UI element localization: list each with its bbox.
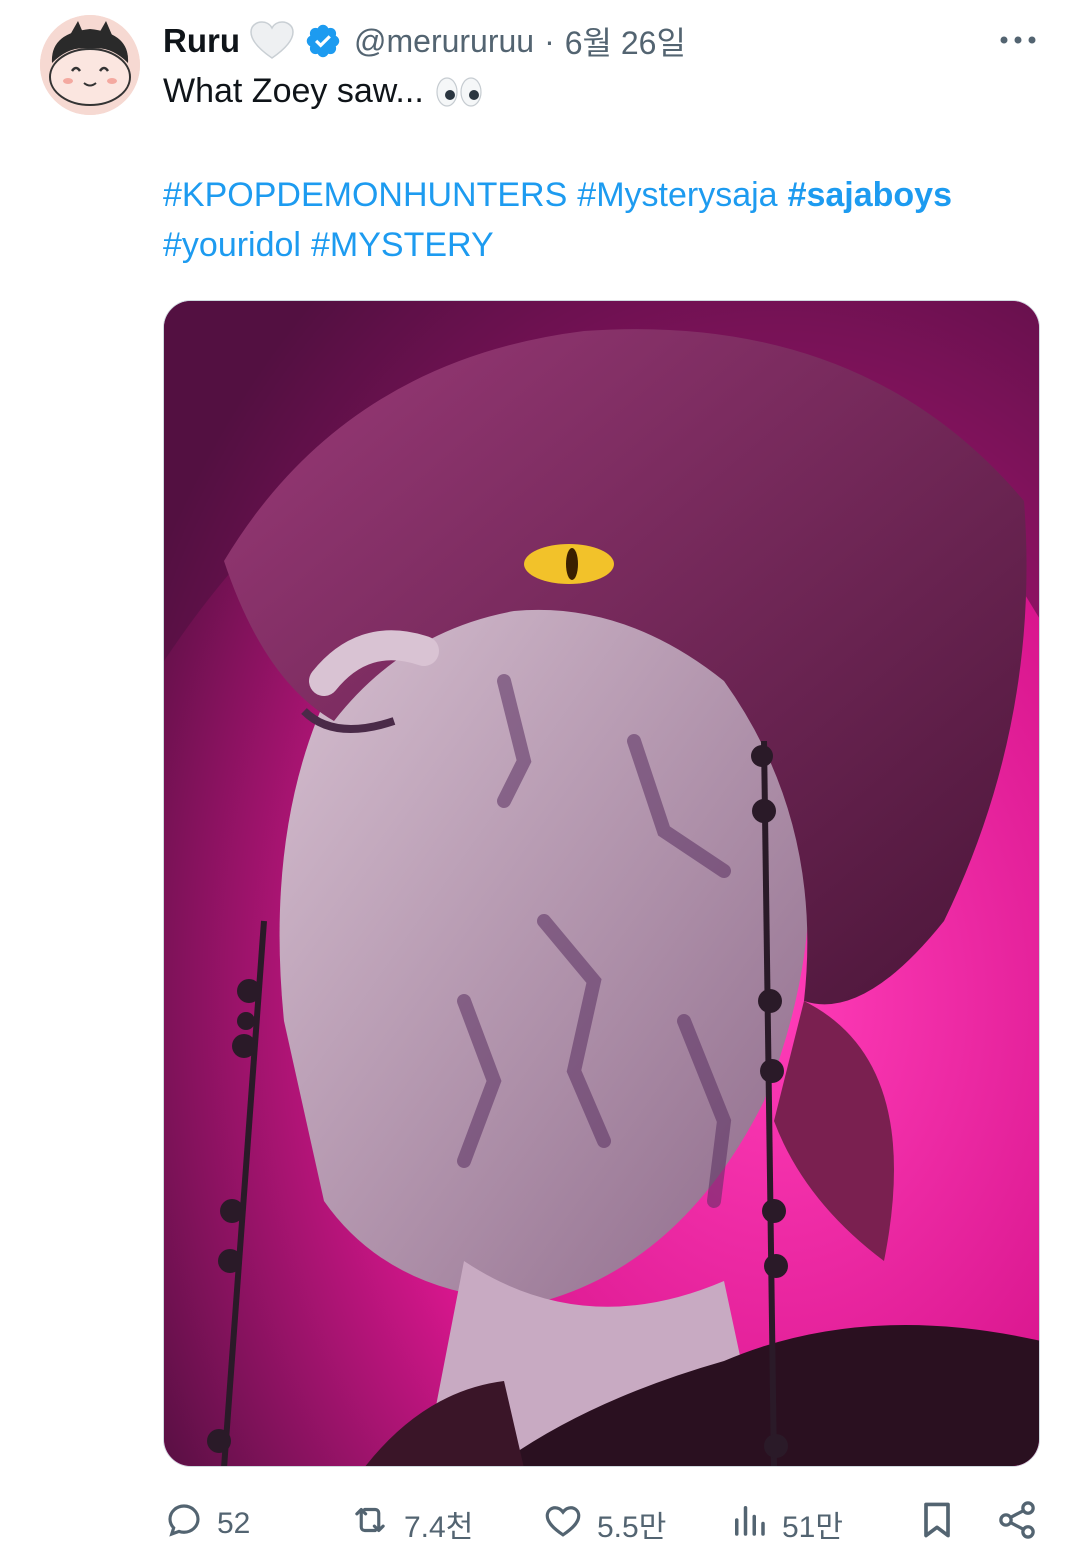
avatar[interactable]	[40, 15, 140, 115]
reply-count: 52	[217, 1507, 251, 1540]
separator-dot: ·	[544, 22, 555, 59]
tweet-text: What Zoey saw...	[163, 72, 482, 111]
action-bar: 52 7.4천 5.5만 51만	[163, 1496, 1043, 1552]
white-heart-icon	[250, 21, 294, 61]
hashtag-link[interactable]: #MYSTERY	[311, 226, 494, 264]
more-options-icon[interactable]	[996, 20, 1040, 60]
view-count: 51만	[782, 1511, 843, 1544]
author-handle[interactable]: @merururuu	[354, 23, 534, 60]
hashtag-link[interactable]: #Mysterysaja	[577, 176, 777, 214]
retweet-count: 7.4천	[404, 1511, 474, 1544]
tweet-header: Ruru @merururuu · 6월 26일	[163, 18, 1050, 64]
retweet-icon	[348, 1499, 392, 1549]
retweet-button[interactable]: 7.4천	[348, 1496, 473, 1552]
eyes-emoji-icon	[436, 76, 482, 108]
share-button[interactable]	[995, 1496, 1039, 1552]
tweet-text-content: What Zoey saw...	[163, 72, 424, 110]
share-icon	[995, 1498, 1039, 1550]
tweet-media-image[interactable]	[163, 300, 1040, 1467]
verified-badge-icon[interactable]	[304, 21, 344, 61]
tweet-date[interactable]: 6월 26일	[565, 18, 686, 64]
hashtag-link[interactable]: #sajaboys	[788, 176, 952, 214]
like-icon	[541, 1499, 585, 1549]
reply-button[interactable]: 52	[163, 1496, 250, 1552]
like-count: 5.5만	[597, 1511, 667, 1544]
views-icon	[728, 1499, 770, 1549]
like-button[interactable]: 5.5만	[541, 1496, 666, 1552]
views-button[interactable]: 51만	[728, 1496, 843, 1552]
hashtags: #KPOPDEMONHUNTERS #Mysterysaja #sajaboys #y…	[163, 170, 1043, 270]
bookmark-button[interactable]	[915, 1496, 959, 1552]
bookmark-icon	[915, 1498, 959, 1550]
hashtag-link[interactable]: #youridol	[163, 226, 301, 264]
hashtag-link[interactable]: #KPOPDEMONHUNTERS	[163, 176, 567, 214]
author-name[interactable]: Ruru	[163, 22, 240, 60]
illustration	[164, 301, 1039, 1466]
reply-icon	[163, 1499, 205, 1549]
